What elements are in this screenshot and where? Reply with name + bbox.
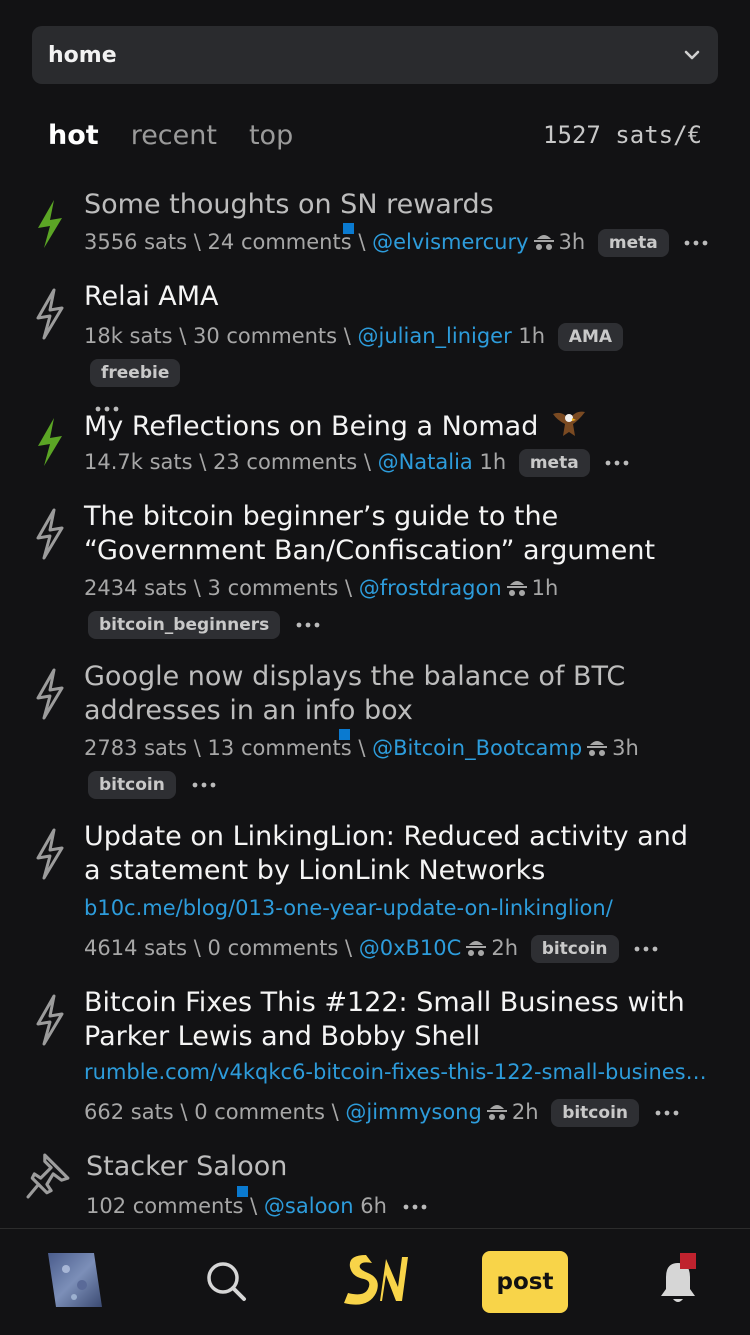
- bottom-nav: post: [0, 1228, 750, 1335]
- item-meta: 14.7k sats \ 23 comments \ @Natalia 1h m…: [84, 444, 720, 480]
- item-tag[interactable]: freebie: [90, 359, 181, 387]
- bolt-icon[interactable]: [30, 508, 68, 560]
- spy-icon: [466, 941, 487, 956]
- new-comments-indicator: [237, 1186, 248, 1197]
- item-tag[interactable]: bitcoin: [88, 771, 176, 799]
- item-time[interactable]: 3h: [559, 230, 586, 254]
- item-sats: 4614 sats: [84, 936, 188, 960]
- sub-select-value: home: [48, 42, 117, 68]
- bolt-icon[interactable]: [30, 288, 68, 340]
- item-link[interactable]: rumble.com/v4kqkc6-bitcoin-fixes-this-12…: [84, 1060, 714, 1084]
- item-tag[interactable]: bitcoin: [551, 1099, 639, 1127]
- sort-tabs: hot recent top 1527 sats/€: [48, 112, 702, 158]
- item-tag[interactable]: meta: [518, 449, 590, 477]
- spy-icon: [587, 741, 608, 756]
- item-tag[interactable]: bitcoin_beginners: [88, 611, 281, 639]
- bolt-icon[interactable]: [30, 198, 68, 250]
- item-title[interactable]: Bitcoin Fixes This #122: Small Business …: [84, 986, 710, 1054]
- spy-icon: [506, 581, 527, 596]
- new-comments-indicator: [339, 729, 350, 740]
- item-tag[interactable]: AMA: [557, 323, 624, 351]
- more-icon[interactable]: [191, 780, 217, 790]
- more-icon[interactable]: [295, 620, 321, 630]
- item-comments[interactable]: 0 comments: [208, 936, 339, 960]
- item-comments[interactable]: 0 comments: [194, 1100, 325, 1124]
- item-meta: 3556 sats \ 24 comments \ @elvismercury 3…: [84, 224, 720, 260]
- item-tag[interactable]: bitcoin: [530, 935, 619, 963]
- item-title[interactable]: Google now displays the balance of BTC a…: [84, 660, 710, 728]
- eagle-emoji: [552, 411, 585, 436]
- bolt-icon[interactable]: [30, 828, 68, 880]
- more-icon[interactable]: [654, 1108, 680, 1118]
- item-sats: 18k sats: [84, 324, 173, 348]
- item-user[interactable]: @0xB10C: [359, 936, 462, 960]
- item-user[interactable]: @Bitcoin_Bootcamp: [372, 736, 582, 760]
- new-comments-indicator: [343, 223, 354, 234]
- more-icon[interactable]: [633, 944, 659, 954]
- item-title[interactable]: Relai AMA: [84, 280, 710, 314]
- item-comments[interactable]: 24 comments: [208, 230, 352, 254]
- item-time[interactable]: 6h: [360, 1194, 387, 1218]
- notification-badge: [680, 1253, 696, 1269]
- item-time[interactable]: 1h: [479, 450, 506, 474]
- item-comments[interactable]: 30 comments: [193, 324, 337, 348]
- item-user[interactable]: @jimmysong: [345, 1100, 481, 1124]
- item-time[interactable]: 1h: [532, 576, 559, 600]
- item-tag[interactable]: meta: [597, 229, 669, 257]
- price-ticker[interactable]: 1527 sats/€: [543, 121, 702, 149]
- tab-top[interactable]: top: [249, 120, 293, 151]
- tab-recent[interactable]: recent: [131, 120, 217, 151]
- sub-select-dropdown[interactable]: home: [32, 26, 718, 84]
- item-meta: 2783 sats \ 13 comments \ @Bitcoin_Bootc…: [84, 730, 720, 802]
- search-icon[interactable]: [204, 1259, 248, 1303]
- item-meta: 2434 sats \ 3 comments \ @frostdragon 1h …: [84, 570, 720, 642]
- item-comments[interactable]: 13 comments: [208, 736, 352, 760]
- more-icon[interactable]: [683, 238, 709, 248]
- more-icon[interactable]: [402, 1202, 428, 1212]
- item-comments[interactable]: 23 comments: [213, 450, 357, 474]
- post-button[interactable]: post: [482, 1251, 568, 1313]
- item-title[interactable]: Some thoughts on SN rewards: [84, 188, 710, 222]
- item-sats: 14.7k sats: [84, 450, 193, 474]
- item-time[interactable]: 2h: [512, 1100, 539, 1124]
- item-title-text: My Reflections on Being a Nomad: [84, 411, 539, 442]
- item-user[interactable]: @Natalia: [378, 450, 473, 474]
- chevron-down-icon: [684, 50, 700, 60]
- item-title[interactable]: Stacker Saloon: [86, 1150, 710, 1184]
- item-title[interactable]: Update on LinkingLion: Reduced activity …: [84, 820, 710, 888]
- item-comments[interactable]: 3 comments: [208, 576, 339, 600]
- sn-logo-icon[interactable]: [338, 1247, 414, 1311]
- item-time[interactable]: 1h: [518, 324, 545, 348]
- item-meta: 662 sats \ 0 comments \ @jimmysong 2h bit…: [84, 1094, 720, 1130]
- item-time[interactable]: 3h: [612, 736, 639, 760]
- spy-icon: [486, 1105, 507, 1120]
- spy-icon: [533, 235, 554, 250]
- bolt-icon[interactable]: [30, 994, 68, 1046]
- item-user[interactable]: @julian_liniger: [358, 324, 512, 348]
- notifications-button[interactable]: [658, 1253, 698, 1305]
- item-sats: 3556 sats: [84, 230, 188, 254]
- item-title[interactable]: The bitcoin beginner’s guide to the “Gov…: [84, 500, 710, 568]
- item-sats: 2783 sats: [84, 736, 188, 760]
- item-title[interactable]: My Reflections on Being a Nomad: [84, 408, 710, 444]
- item-time[interactable]: 2h: [491, 936, 518, 960]
- item-user[interactable]: @frostdragon: [359, 576, 502, 600]
- bolt-icon[interactable]: [30, 416, 68, 468]
- item-comments[interactable]: 102 comments: [86, 1194, 243, 1218]
- more-icon[interactable]: [604, 458, 630, 468]
- tab-hot[interactable]: hot: [48, 120, 99, 151]
- item-sats: 662 sats: [84, 1100, 174, 1124]
- item-sats: 2434 sats: [84, 576, 188, 600]
- item-user[interactable]: @saloon: [264, 1194, 354, 1218]
- item-link[interactable]: b10c.me/blog/013-one-year-update-on-link…: [84, 896, 714, 920]
- bolt-icon[interactable]: [30, 668, 68, 720]
- pin-icon: [26, 1153, 70, 1199]
- avatar[interactable]: [46, 1251, 104, 1309]
- item-user[interactable]: @elvismercury: [372, 230, 528, 254]
- item-meta: 102 comments \ @saloon 6h: [86, 1188, 720, 1224]
- item-meta: 4614 sats \ 0 comments \ @0xB10C 2h bitco…: [84, 930, 720, 966]
